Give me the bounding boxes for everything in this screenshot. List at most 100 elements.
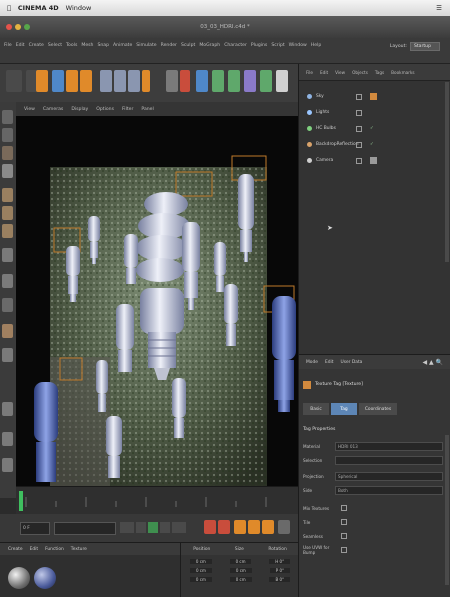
axis-mode-icon[interactable] [2,248,13,262]
sculpt-mode-icon[interactable] [2,324,13,338]
projection-dropdown[interactable]: Spherical [335,471,443,481]
render-view-icon[interactable] [166,70,178,92]
menu-character[interactable]: Character [224,43,247,48]
key-rotation-icon[interactable] [262,520,274,534]
rotate-tool-icon[interactable] [80,70,92,92]
viewport-menu-filter[interactable]: Filter [122,107,133,112]
next-frame-icon[interactable] [160,522,170,533]
object-menu-file[interactable]: File [306,70,313,75]
viewport-menu-options[interactable]: Options [96,107,114,112]
menu-create[interactable]: Create [29,43,44,48]
scale-tool-icon[interactable] [66,70,78,92]
visibility-toggle[interactable] [356,141,362,148]
menu-script[interactable]: Script [271,43,284,48]
visibility-toggle[interactable] [356,109,362,116]
menu-snap[interactable]: Snap [97,43,109,48]
object-row-backdrop-reflection[interactable]: BackdropReflection ✓ [299,138,450,151]
object-menu-tags[interactable]: Tags [375,70,384,75]
viewport-menu-cameras[interactable]: Cameras [43,107,63,112]
solo-mode-icon[interactable] [2,348,13,362]
menu-mesh[interactable]: Mesh [81,43,93,48]
viewport-menu-display[interactable]: Display [71,107,88,112]
material-field[interactable]: HDRI 013 [335,441,443,451]
timeline-settings-icon[interactable] [278,520,290,534]
texture-mode-icon[interactable] [2,146,13,160]
coord-field[interactable]: 0 cm [229,568,252,573]
go-to-end-icon[interactable] [172,522,186,533]
current-frame-field[interactable]: 0 F [20,522,50,535]
coord-field[interactable]: P 0° [269,568,290,573]
coord-field[interactable]: B 0° [269,577,291,582]
coord-field[interactable]: H 0° [269,559,291,564]
coord-field[interactable]: 0 cm [189,559,212,564]
polygons-mode-icon[interactable] [2,224,13,238]
object-menu-bookmarks[interactable]: Bookmarks [391,70,414,75]
key-scale-icon[interactable] [248,520,260,534]
object-row-camera[interactable]: Camera [299,154,450,167]
texture-tag-icon[interactable] [370,93,377,100]
coordinate-system-icon[interactable] [142,70,150,92]
object-row-hc-bulbs[interactable]: HC Bulbs ✓ [299,122,450,135]
viewport-menu-panel[interactable]: Panel [141,107,153,112]
tile-checkbox[interactable] [341,519,347,525]
menu-tools[interactable]: Tools [66,43,77,48]
deformer-icon[interactable] [244,70,256,92]
workplane-icon[interactable] [2,164,13,178]
attribute-menu-mode[interactable]: Mode [306,360,318,365]
make-editable-icon[interactable] [2,110,13,124]
menu-select[interactable]: Select [48,43,62,48]
z-axis-lock-icon[interactable] [128,70,140,92]
y-axis-lock-icon[interactable] [114,70,126,92]
material-menu-texture[interactable]: Texture [71,547,87,552]
material-swatch-hdri[interactable] [8,567,30,589]
record-keyframe-icon[interactable] [204,520,216,534]
visibility-toggle[interactable] [356,157,362,164]
material-swatch-blue[interactable] [34,567,56,589]
move-tool-icon[interactable] [52,70,64,92]
menu-file[interactable]: File [4,43,12,48]
nurbs-icon[interactable] [212,70,224,92]
object-menu-edit[interactable]: Edit [320,70,328,75]
app-menu-cinema4d[interactable]: CINEMA 4D [18,4,59,12]
snap-icon[interactable] [2,274,13,288]
checkmark-icon[interactable]: ✓ [370,126,374,131]
menu-mograph[interactable]: MoGraph [199,43,220,48]
mix-textures-checkbox[interactable] [341,505,347,511]
render-to-picture-viewer-icon[interactable] [180,70,190,92]
playhead[interactable] [19,491,23,511]
edges-mode-icon[interactable] [2,206,13,220]
tab-tag[interactable]: Tag [331,403,357,415]
menu-extras-icon[interactable]: ☰ [436,4,442,12]
menu-help[interactable]: Help [311,43,321,48]
model-mode-icon[interactable] [2,128,13,142]
object-row-sky[interactable]: Sky [299,90,450,103]
material-menu-create[interactable]: Create [8,547,23,552]
array-icon[interactable] [228,70,240,92]
attribute-manager-scrollbar[interactable] [445,435,449,585]
quantize-icon[interactable] [2,432,13,446]
object-menu-objects[interactable]: Objects [352,70,368,75]
checkmark-icon[interactable]: ✓ [370,142,374,147]
object-manager-scrollbar[interactable] [445,82,449,262]
zoom-window-icon[interactable] [24,24,30,30]
side-dropdown[interactable]: Both [335,485,443,495]
perspective-viewport[interactable] [16,116,298,486]
previous-frame-icon[interactable] [136,522,146,533]
menu-sculpt[interactable]: Sculpt [181,43,195,48]
menu-simulate[interactable]: Simulate [136,43,156,48]
attribute-menu-user-data[interactable]: User Data [340,360,362,365]
points-mode-icon[interactable] [2,188,13,202]
layout-dropdown[interactable]: Startup [409,42,440,51]
menu-edit[interactable]: Edit [16,43,25,48]
camera-tag-icon[interactable] [370,157,377,164]
coord-field[interactable]: 0 cm [229,559,252,564]
key-position-icon[interactable] [234,520,246,534]
window-menu[interactable]: Window [66,4,92,12]
coord-field[interactable]: 0 cm [189,568,212,573]
object-menu-view[interactable]: View [335,70,345,75]
apple-icon[interactable]:  [7,4,11,12]
undo-icon[interactable] [6,70,22,92]
seamless-checkbox[interactable] [341,533,347,539]
coord-field[interactable]: 0 cm [189,577,212,582]
x-axis-lock-icon[interactable] [100,70,112,92]
